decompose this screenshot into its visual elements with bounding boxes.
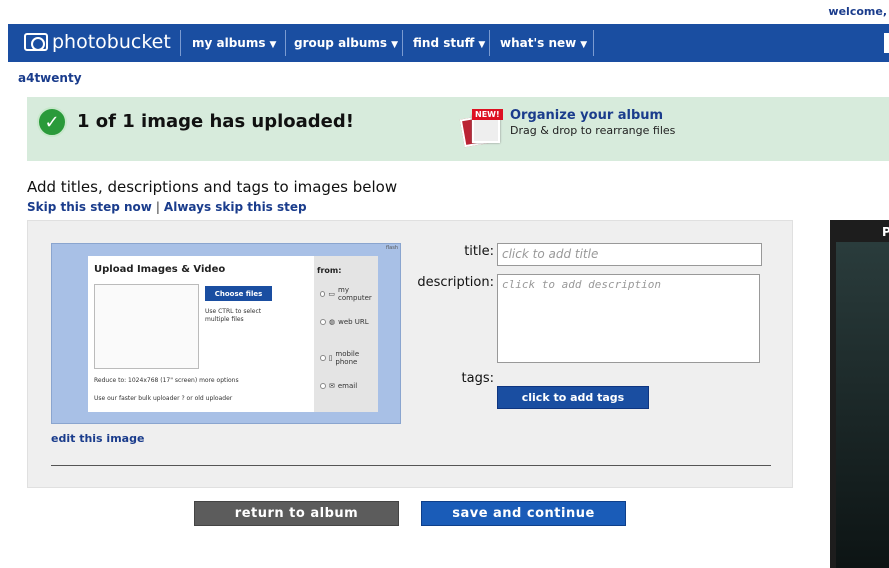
skip-links: Skip this step now | Always skip this step xyxy=(27,200,307,214)
nav-whats-new[interactable]: what's new ▼ xyxy=(500,36,587,50)
welcome-text[interactable]: welcome, xyxy=(828,5,887,18)
nav-separator xyxy=(593,30,594,56)
camera-icon xyxy=(24,33,48,51)
thumbnail-option: ▭ my computer xyxy=(320,286,378,302)
thumbnail-reduce-row: Reduce to: 1024x768 (17" screen) more op… xyxy=(94,377,239,384)
caret-down-icon: ▼ xyxy=(478,40,486,50)
thumbnail-file-box xyxy=(94,284,199,369)
title-label: title: xyxy=(464,244,494,259)
caret-down-icon: ▼ xyxy=(391,40,398,50)
upload-success-message: 1 of 1 image has uploaded! xyxy=(77,111,354,132)
sidebar-ad-image xyxy=(836,242,889,568)
thumbnail-title: Upload Images & Video xyxy=(94,264,226,275)
sidebar-letter: P xyxy=(882,225,889,239)
nav-separator xyxy=(285,30,286,56)
add-tags-button[interactable]: click to add tags xyxy=(497,386,649,409)
thumbnail-corner-text: flash xyxy=(386,245,398,251)
caret-down-icon: ▼ xyxy=(580,40,588,50)
username-link[interactable]: a4twenty xyxy=(18,71,82,85)
radio-icon xyxy=(320,291,326,297)
skip-step-link[interactable]: Skip this step now xyxy=(27,200,152,214)
caret-down-icon: ▼ xyxy=(269,40,277,50)
return-to-album-button[interactable]: return to album xyxy=(194,501,399,526)
title-field[interactable]: click to add title xyxy=(497,243,762,266)
nav-right-box xyxy=(884,33,889,53)
always-skip-link[interactable]: Always skip this step xyxy=(164,200,307,214)
nav-find-stuff[interactable]: find stuff ▼ xyxy=(413,36,485,50)
organize-album-link[interactable]: Organize your album xyxy=(510,108,663,123)
page: welcome, photobucket my albums ▼ group al… xyxy=(0,0,889,568)
photobucket-logo[interactable]: photobucket xyxy=(24,31,171,53)
nav-separator xyxy=(402,30,403,56)
organize-album-subtitle: Drag & drop to rearrange files xyxy=(510,124,676,137)
description-label: description: xyxy=(417,275,494,290)
page-heading: Add titles, descriptions and tags to ima… xyxy=(27,178,398,196)
thumbnail-hint: Use CTRL to select multiple files xyxy=(205,308,262,323)
nav-group-albums[interactable]: group albums ▼ xyxy=(294,36,398,50)
nav-separator xyxy=(180,30,181,56)
description-field[interactable]: click to add description xyxy=(497,274,760,363)
divider xyxy=(51,465,771,466)
image-details-panel: flash Upload Images & Video from: Choose… xyxy=(27,220,793,488)
logo-text: photobucket xyxy=(52,31,171,53)
radio-icon xyxy=(320,355,326,361)
thumbnail-bulk-row: Use our faster bulk uploader ? or old up… xyxy=(94,395,233,402)
envelope-icon: ✉ xyxy=(329,382,335,390)
link-separator: | xyxy=(155,200,160,214)
radio-icon xyxy=(320,383,326,389)
nav-separator xyxy=(489,30,490,56)
new-badge: NEW! xyxy=(472,109,503,120)
thumbnail-content: Upload Images & Video from: Choose files… xyxy=(88,256,378,412)
image-thumbnail[interactable]: flash Upload Images & Video from: Choose… xyxy=(51,243,401,424)
thumbnail-option: ✉ email xyxy=(320,382,357,390)
checkmark-icon: ✓ xyxy=(37,107,67,137)
sidebar-ad[interactable]: P xyxy=(830,220,889,568)
save-and-continue-button[interactable]: save and continue xyxy=(421,501,626,526)
upload-success-banner: ✓ 1 of 1 image has uploaded! NEW! Organi… xyxy=(27,97,889,161)
monitor-icon: ▭ xyxy=(328,290,336,298)
nav-my-albums[interactable]: my albums ▼ xyxy=(192,36,276,50)
radio-icon xyxy=(320,319,326,325)
thumbnail-choose-files: Choose files xyxy=(205,286,272,301)
tags-label: tags: xyxy=(461,371,494,386)
phone-icon: ▯ xyxy=(328,354,333,362)
organize-album-image[interactable]: NEW! xyxy=(459,109,503,148)
edit-image-link[interactable]: edit this image xyxy=(51,432,144,445)
top-navbar: photobucket my albums ▼ group albums ▼ fin… xyxy=(8,24,889,62)
thumbnail-option: ◍ web URL xyxy=(320,318,369,326)
thumbnail-from-label: from: xyxy=(317,266,342,275)
thumbnail-option: ▯ mobile phone xyxy=(320,350,378,366)
globe-icon: ◍ xyxy=(329,318,336,326)
